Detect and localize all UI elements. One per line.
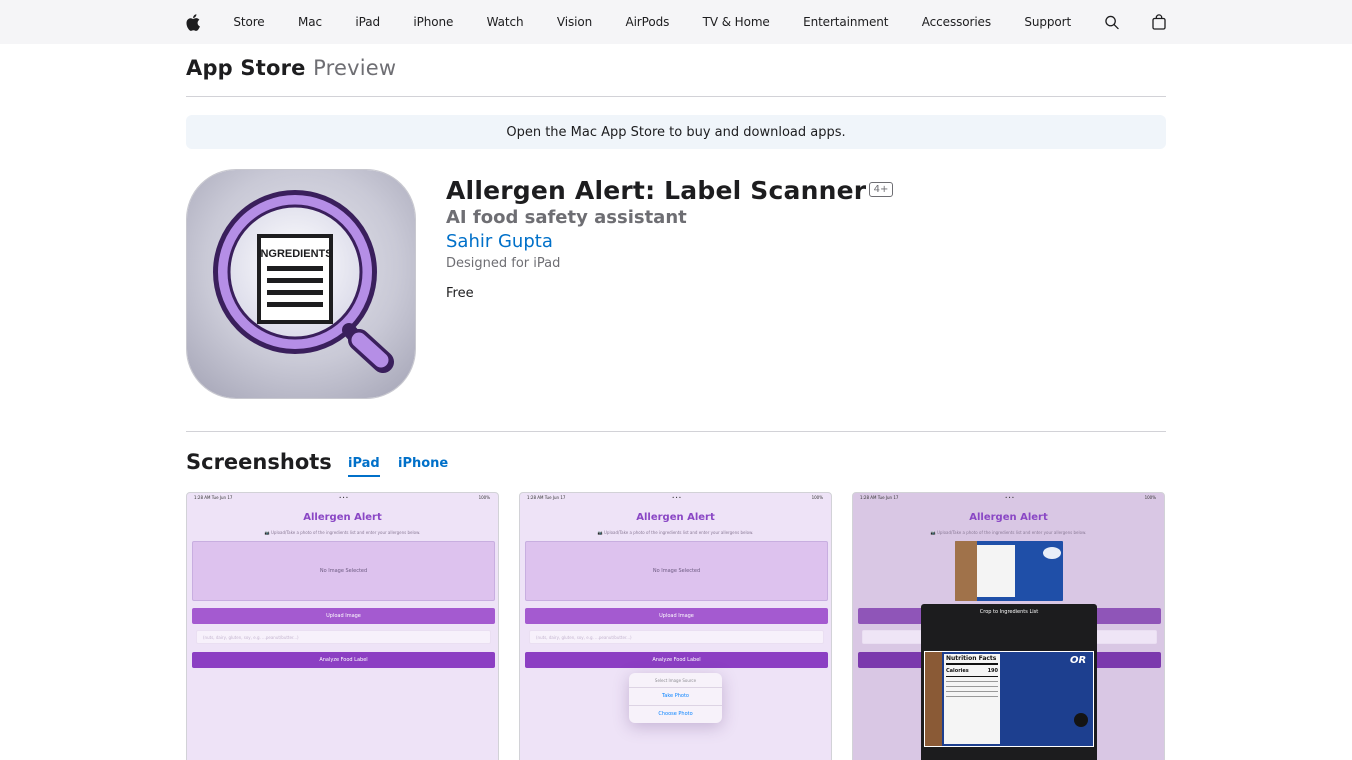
- screenshot-allergen-field: (nuts, dairy, gluten, soy, e.g. ...peanu…: [529, 630, 824, 644]
- price-label: Free: [446, 286, 474, 301]
- screenshot-instruction: 📷 Upload/Take a photo of the ingredients…: [597, 530, 754, 535]
- nav-item-entertainment[interactable]: Entertainment: [803, 15, 888, 29]
- preview-label: Preview: [313, 56, 397, 80]
- screenshot-image-placeholder: No Image Selected: [192, 541, 495, 601]
- screenshot-instruction: 📷 Upload/Take a photo of the ingredients…: [930, 530, 1087, 535]
- status-time: 1:28 AM Tue Jun 17: [194, 495, 233, 500]
- screenshot-label-photo: [955, 541, 1063, 601]
- screenshot-3[interactable]: 1:28 AM Tue Jun 17 ••• 100% Allergen Ale…: [852, 492, 1165, 760]
- app-store-title: App Store: [186, 56, 306, 80]
- status-battery: 100%: [478, 495, 490, 500]
- nav-item-iphone[interactable]: iPhone: [413, 15, 453, 29]
- status-time: 1:28 AM Tue Jun 17: [527, 495, 566, 500]
- screenshot-instruction: 📷 Upload/Take a photo of the ingredients…: [264, 530, 421, 535]
- nav-item-watch[interactable]: Watch: [487, 15, 524, 29]
- screenshot-upload-button: Upload Image: [525, 608, 828, 624]
- status-time: 1:28 AM Tue Jun 17: [860, 495, 899, 500]
- status-battery: 100%: [811, 495, 823, 500]
- age-rating-badge: 4+: [869, 182, 893, 197]
- nav-item-store[interactable]: Store: [233, 15, 264, 29]
- tab-iphone[interactable]: iPhone: [398, 456, 448, 475]
- status-dots: •••: [672, 495, 683, 500]
- bag-icon[interactable]: [1152, 0, 1166, 44]
- screenshot-2[interactable]: 1:28 AM Tue Jun 17 ••• 100% Allergen Ale…: [519, 492, 832, 760]
- apple-logo-icon[interactable]: [186, 0, 200, 44]
- app-subtitle: AI food safety assistant: [446, 207, 687, 228]
- screenshot-analyze-button: Analyze Food Label: [525, 652, 828, 668]
- nav-item-vision[interactable]: Vision: [557, 15, 592, 29]
- status-dots: •••: [339, 495, 350, 500]
- popover-divider: [629, 705, 722, 706]
- screenshot-upload-button: Upload Image: [192, 608, 495, 624]
- local-nav: App Store Preview: [186, 52, 1166, 97]
- crop-modal-title: Crop to Ingredients List: [979, 609, 1039, 615]
- nav-item-mac[interactable]: Mac: [298, 15, 322, 29]
- nav-item-tv-home[interactable]: TV & Home: [703, 15, 770, 29]
- screenshot-app-title: Allergen Alert: [303, 512, 382, 523]
- crop-frame[interactable]: [924, 651, 1094, 747]
- app-title: Allergen Alert: Label Scanner: [446, 176, 867, 205]
- developer-link[interactable]: Sahir Gupta: [446, 231, 553, 252]
- screenshot-app-title: Allergen Alert: [969, 512, 1048, 523]
- nav-item-accessories[interactable]: Accessories: [922, 15, 991, 29]
- section-divider: [186, 431, 1166, 432]
- popover-title: Select Image Source: [654, 678, 697, 683]
- status-dots: •••: [1005, 495, 1016, 500]
- open-mac-app-store-banner: Open the Mac App Store to buy and downlo…: [186, 115, 1166, 149]
- local-nav-title[interactable]: App Store Preview: [186, 56, 396, 80]
- tab-ipad[interactable]: iPad: [348, 456, 380, 477]
- search-icon[interactable]: [1104, 0, 1119, 44]
- app-icon: INGREDIENTS: [186, 169, 416, 399]
- global-nav-inner: Store Mac iPad iPhone Watch Vision AirPo…: [186, 0, 1166, 44]
- popover-divider: [629, 687, 722, 688]
- designed-for-label: Designed for iPad: [446, 256, 561, 271]
- screenshot-analyze-button: Analyze Food Label: [192, 652, 495, 668]
- nav-item-support[interactable]: Support: [1024, 15, 1071, 29]
- nav-item-ipad[interactable]: iPad: [355, 15, 380, 29]
- screenshots-heading: Screenshots: [186, 450, 332, 474]
- nav-item-airpods[interactable]: AirPods: [625, 15, 669, 29]
- screenshot-image-placeholder: No Image Selected: [525, 541, 828, 601]
- app-icon-label: INGREDIENTS: [257, 248, 332, 260]
- take-photo-option: Take Photo: [662, 693, 689, 699]
- screenshot-app-title: Allergen Alert: [636, 512, 715, 523]
- screenshot-allergen-field: (nuts, dairy, gluten, soy, e.g. ...peanu…: [196, 630, 491, 644]
- global-nav: Store Mac iPad iPhone Watch Vision AirPo…: [0, 0, 1352, 44]
- status-battery: 100%: [1144, 495, 1156, 500]
- screenshot-1[interactable]: 1:28 AM Tue Jun 17 ••• 100% Allergen Ale…: [186, 492, 499, 760]
- image-source-popover: Select Image Source Take Photo Choose Ph…: [629, 673, 722, 723]
- crop-modal: Crop to Ingredients List Nutrition Facts…: [921, 604, 1097, 760]
- choose-photo-option: Choose Photo: [658, 711, 693, 717]
